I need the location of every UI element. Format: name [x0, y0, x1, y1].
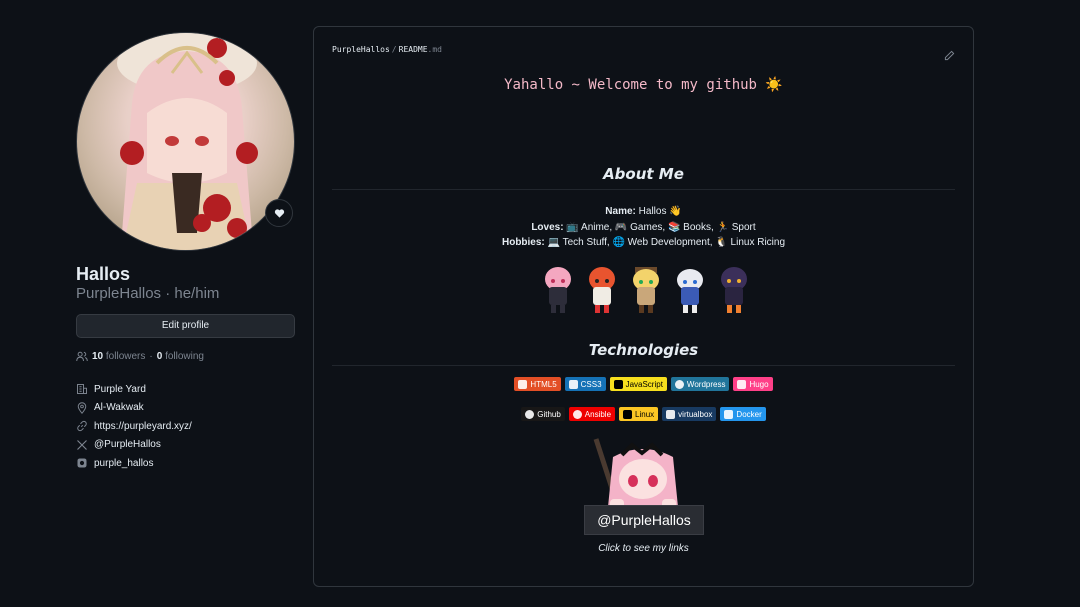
x-twitter-icon [77, 439, 87, 450]
badge-ansible[interactable]: Ansible [568, 407, 616, 421]
edit-readme-button[interactable] [944, 46, 955, 65]
follow-stats: 10 followers · 0 following [76, 351, 204, 362]
profile-handle-button[interactable]: @PurpleHallos [584, 505, 704, 535]
detail-organization-text: Purple Yard [94, 383, 146, 395]
avatar[interactable] [76, 32, 295, 251]
heart-icon [274, 208, 284, 218]
detail-website: https://purpleyard.xyz/ [76, 417, 295, 436]
badge-hugo[interactable]: Hugo [733, 377, 773, 391]
breadcrumb-ext: .md [427, 45, 442, 54]
readme-breadcrumb: PurpleHallos / README.md [332, 45, 442, 54]
about-name-line: Name: Hallos 👋 [605, 206, 682, 217]
hugo-icon [737, 379, 747, 389]
profile-sidebar: Hallos PurpleHallos · he/him Edit profil… [76, 32, 295, 469]
technologies-heading: Technologies [332, 341, 955, 366]
badges-row-web: HTML5 CSS3 JavaScript Wordpress Hugo [314, 377, 973, 391]
edit-profile-button[interactable]: Edit profile [76, 314, 295, 338]
following-link[interactable]: 0 following [157, 351, 204, 362]
location-icon [77, 402, 87, 414]
instagram-icon [77, 458, 87, 468]
profile-username-pronouns: PurpleHallos · he/him [76, 285, 220, 302]
profile-details: Purple Yard Al-Wakwak https://purpleyard… [76, 380, 295, 473]
follow-separator: · [149, 351, 153, 362]
chibi-characters [536, 265, 756, 317]
twitter-link[interactable]: @PurpleHallos [94, 439, 161, 450]
detail-location: Al-Wakwak [76, 399, 295, 418]
detail-instagram: purple_hallos [76, 454, 295, 473]
docker-icon [724, 409, 734, 419]
badge-wordpress[interactable]: Wordpress [670, 377, 730, 391]
badge-github[interactable]: Github [521, 407, 565, 421]
detail-location-text: Al-Wakwak [94, 402, 144, 414]
badge-virtualbox[interactable]: virtualbox [662, 407, 717, 421]
virtualbox-icon [666, 409, 676, 419]
javascript-icon [613, 379, 623, 389]
detail-twitter: @PurpleHallos [76, 436, 295, 455]
link-icon [77, 421, 87, 432]
welcome-text: Yahallo ~ Welcome to my github ☀️ [504, 77, 783, 93]
instagram-link[interactable]: purple_hallos [94, 458, 154, 469]
website-link[interactable]: https://purpleyard.xyz/ [94, 421, 192, 432]
badge-css3[interactable]: CSS3 [564, 377, 606, 391]
html5-icon [518, 379, 528, 389]
badge-javascript[interactable]: JavaScript [609, 377, 667, 391]
chibi-orange-icon [589, 267, 615, 313]
pencil-icon [944, 50, 955, 61]
detail-organization: Purple Yard [76, 380, 295, 399]
see-links-caption: Click to see my links [598, 543, 689, 554]
people-icon [76, 351, 88, 362]
wordpress-icon [674, 379, 684, 389]
followers-link[interactable]: 10 followers [92, 351, 145, 362]
avatar-container [76, 32, 295, 251]
breadcrumb-user[interactable]: PurpleHallos [332, 45, 390, 54]
badge-html5[interactable]: HTML5 [514, 377, 561, 391]
about-heading: About Me [332, 165, 955, 190]
css3-icon [568, 379, 578, 389]
set-status-button[interactable] [265, 199, 293, 227]
profile-name: Hallos [76, 264, 131, 284]
badges-row-tools: Github Ansible Linux virtualbox Docker [314, 407, 973, 421]
about-loves-line: Loves: 📺 Anime, 🎮 Games, 📚 Books, 🏃 Spor… [531, 221, 756, 233]
chibi-pink-icon [545, 267, 571, 313]
chibi-white-icon [677, 269, 703, 313]
about-hobbies-line: Hobbies: 💻 Tech Stuff, 🌐 Web Development… [501, 237, 786, 248]
readme-panel: PurpleHallos / README.md Yahallo ~ Welcome… [313, 26, 974, 587]
about-details: Name: Hallos 👋 Loves: 📺 Anime, 🎮 Games, … [314, 204, 973, 251]
ansible-icon [572, 409, 582, 419]
breadcrumb-file[interactable]: README [399, 45, 428, 54]
github-icon [525, 409, 535, 419]
badge-linux[interactable]: Linux [619, 407, 659, 421]
organization-icon [77, 384, 87, 395]
chibi-blonde-icon [633, 267, 659, 313]
linux-icon [623, 409, 633, 419]
breadcrumb-separator: / [391, 45, 397, 54]
chibi-purple-icon [721, 267, 747, 313]
badge-docker[interactable]: Docker [720, 407, 766, 421]
